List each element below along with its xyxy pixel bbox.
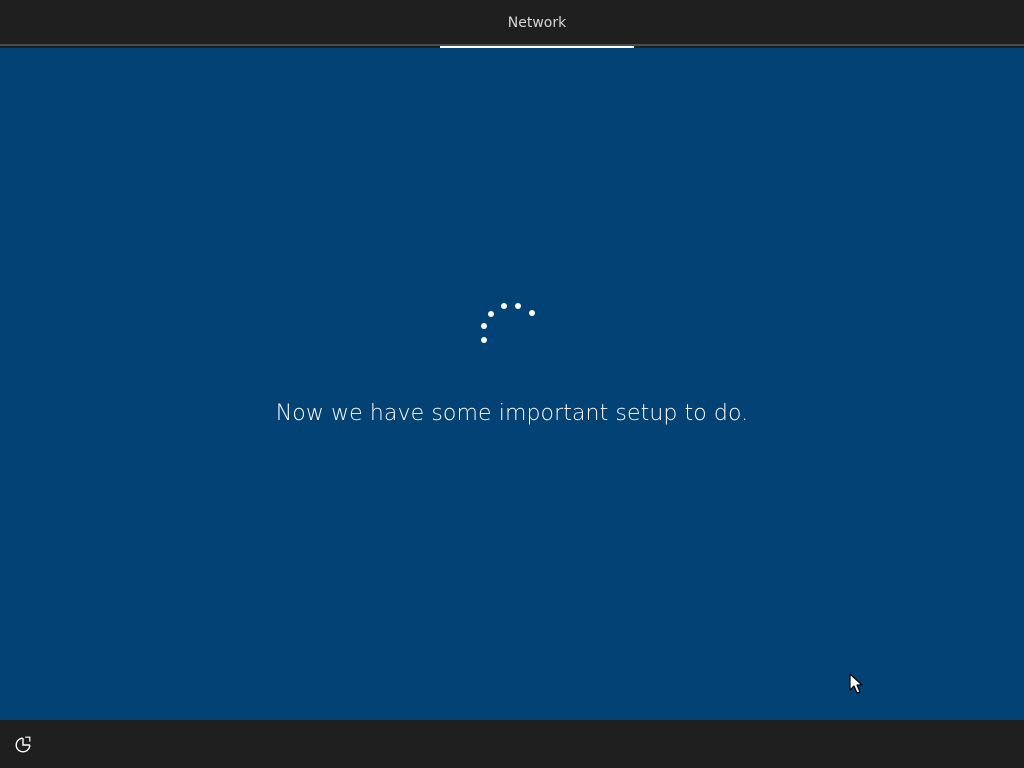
top-bar: Network: [0, 0, 1024, 48]
ease-of-access-button[interactable]: [12, 734, 34, 756]
bottom-bar: [0, 720, 1024, 768]
mouse-cursor-icon: [849, 673, 863, 694]
tab-network[interactable]: Network: [440, 0, 634, 48]
setup-message: Now we have some important setup to do.: [275, 401, 749, 426]
setup-panel: Now we have some important setup to do.: [0, 48, 1024, 720]
loading-dots-icon: [481, 303, 535, 343]
ease-of-access-icon: [15, 736, 31, 753]
tab-network-label: Network: [507, 15, 567, 31]
